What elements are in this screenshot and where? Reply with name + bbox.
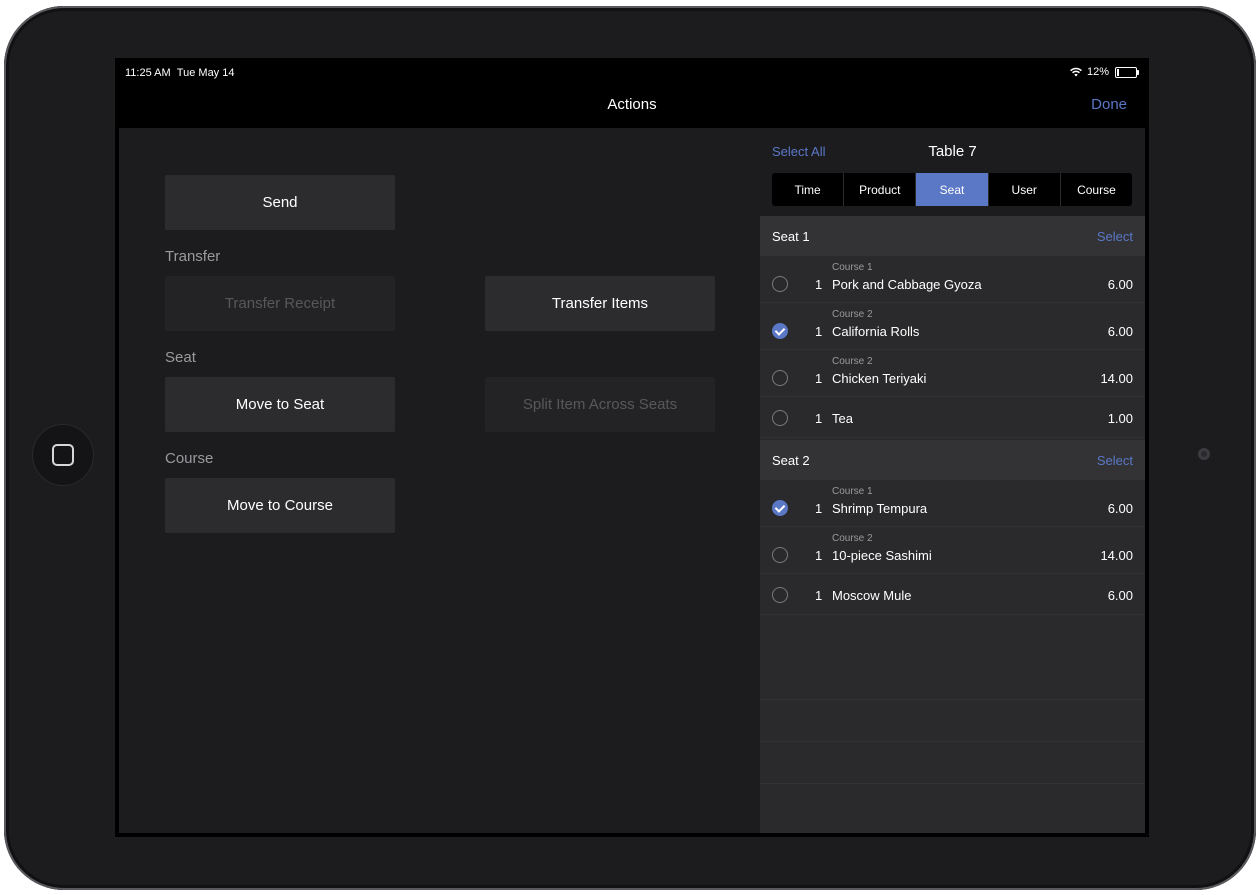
item-qty: 1 <box>815 277 823 292</box>
item-qty: 1 <box>815 548 823 563</box>
item-checkbox[interactable] <box>772 410 788 426</box>
done-button[interactable]: Done <box>1091 96 1127 113</box>
seat-section-label: Seat <box>165 349 196 366</box>
split-item-button[interactable]: Split Item Across Seats <box>485 377 715 432</box>
item-name: California Rolls <box>832 324 920 339</box>
item-price: 14.00 <box>1100 548 1133 563</box>
item-qty: 1 <box>815 588 823 603</box>
camera-icon <box>1198 448 1210 460</box>
page-title: Actions <box>607 96 657 113</box>
move-to-course-button[interactable]: Move to Course <box>165 478 395 533</box>
list-divider <box>760 741 1145 742</box>
status-bar: 11:25 AM Tue May 14 12% <box>115 58 1149 84</box>
wifi-icon <box>1070 67 1082 77</box>
item-course: Course 2 <box>832 356 873 367</box>
tab-seat[interactable]: Seat <box>916 173 989 206</box>
item-checkbox[interactable] <box>772 500 788 516</box>
item-price: 6.00 <box>1107 277 1133 292</box>
item-course: Course 1 <box>832 486 873 497</box>
seat-name: Seat 2 <box>772 453 810 468</box>
list-item[interactable]: Course 2 1 Chicken Teriyaki 14.00 <box>760 350 1145 397</box>
item-name: Chicken Teriyaki <box>832 371 927 386</box>
item-course: Course 2 <box>832 533 873 544</box>
list-divider <box>760 783 1145 784</box>
screen: 11:25 AM Tue May 14 12% Actions Done Sen… <box>115 58 1149 837</box>
item-price: 6.00 <box>1107 501 1133 516</box>
seat-select-button[interactable]: Select <box>1097 453 1133 468</box>
item-checkbox[interactable] <box>772 547 788 563</box>
list-item[interactable]: Course 2 1 10-piece Sashimi 14.00 <box>760 527 1145 574</box>
item-name: Moscow Mule <box>832 588 912 603</box>
item-checkbox[interactable] <box>772 276 788 292</box>
item-course: Course 1 <box>832 262 873 273</box>
nav-bar: Actions Done <box>115 84 1149 128</box>
list-item[interactable]: Course 1 1 Pork and Cabbage Gyoza 6.00 <box>760 256 1145 303</box>
transfer-receipt-button[interactable]: Transfer Receipt <box>165 276 395 331</box>
item-checkbox[interactable] <box>772 587 788 603</box>
order-panel: Select All Table 7 Time Product Seat Use… <box>760 128 1145 833</box>
actions-panel: Send Transfer Transfer Receipt Transfer … <box>119 128 760 833</box>
item-name: Shrimp Tempura <box>832 501 928 516</box>
item-price: 1.00 <box>1107 411 1133 426</box>
tab-product[interactable]: Product <box>844 173 917 206</box>
move-to-seat-button[interactable]: Move to Seat <box>165 377 395 432</box>
home-button-icon[interactable] <box>32 424 94 486</box>
item-checkbox[interactable] <box>772 370 788 386</box>
item-price: 6.00 <box>1107 588 1133 603</box>
item-price: 6.00 <box>1107 324 1133 339</box>
item-qty: 1 <box>815 501 823 516</box>
list-item[interactable]: Course 2 1 California Rolls 6.00 <box>760 303 1145 350</box>
order-header: Select All Table 7 Time Product Seat Use… <box>760 128 1145 218</box>
item-course: Course 2 <box>832 309 873 320</box>
item-qty: 1 <box>815 371 823 386</box>
list-item[interactable]: 1 Moscow Mule 6.00 <box>760 574 1145 615</box>
transfer-items-button[interactable]: Transfer Items <box>485 276 715 331</box>
item-name: 10-piece Sashimi <box>832 548 932 563</box>
battery-icon <box>1115 66 1139 78</box>
item-price: 14.00 <box>1100 371 1133 386</box>
seat-select-button[interactable]: Select <box>1097 229 1133 244</box>
tab-user[interactable]: User <box>989 173 1061 206</box>
send-button[interactable]: Send <box>165 175 395 230</box>
seat-header: Seat 1 Select <box>760 216 1145 256</box>
list-item[interactable]: Course 1 1 Shrimp Tempura 6.00 <box>760 480 1145 527</box>
list-divider <box>760 699 1145 700</box>
course-section-label: Course <box>165 450 214 467</box>
item-checkbox[interactable] <box>772 323 788 339</box>
list-item[interactable]: 1 Tea 1.00 <box>760 397 1145 438</box>
sort-segmented-control: Time Product Seat User Course <box>772 173 1132 206</box>
item-qty: 1 <box>815 411 823 426</box>
item-name: Tea <box>832 411 853 426</box>
seat-name: Seat 1 <box>772 229 810 244</box>
status-time: 11:25 AM Tue May 14 <box>125 67 235 79</box>
battery-percent: 12% <box>1086 66 1109 78</box>
transfer-section-label: Transfer <box>165 248 221 265</box>
tab-time[interactable]: Time <box>772 173 845 206</box>
seat-header: Seat 2 Select <box>760 440 1145 480</box>
tab-course[interactable]: Course <box>1061 173 1132 206</box>
item-qty: 1 <box>815 324 823 339</box>
item-name: Pork and Cabbage Gyoza <box>832 277 982 292</box>
table-title: Table 7 <box>928 143 977 160</box>
